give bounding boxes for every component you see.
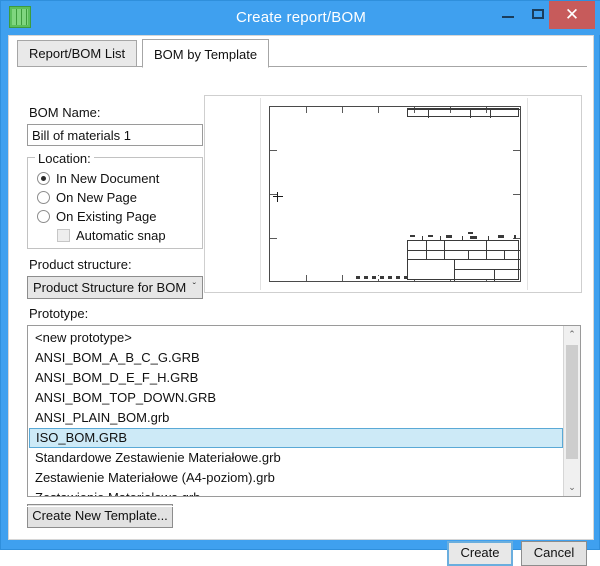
scroll-up-icon[interactable]: ⌃ (564, 326, 580, 343)
dialog-window: Create report/BOM ✕ Report/BOM List BOM … (0, 0, 600, 550)
list-item[interactable]: Zestawienie Materiałowe (A4-poziom).grb (29, 468, 563, 488)
tab-page-bom-by-template: BOM Name: Location: In New Document On N… (17, 67, 587, 499)
prototype-list-scrollbar[interactable]: ⌃ ⌄ (563, 326, 580, 496)
cancel-button[interactable]: Cancel (521, 541, 587, 566)
close-button[interactable]: ✕ (549, 1, 595, 29)
tab-bom-by-template[interactable]: BOM by Template (142, 39, 269, 68)
drawing-sheet (260, 98, 528, 290)
prototype-listbox[interactable]: <new prototype> ANSI_BOM_A_B_C_G.GRB ANS… (27, 325, 581, 497)
list-item[interactable]: Zestawienie Materiałowe.grb (29, 488, 563, 497)
product-structure-dropdown[interactable]: Product Structure for BOM ˇ (27, 276, 203, 299)
list-item[interactable]: ANSI_BOM_TOP_DOWN.GRB (29, 388, 563, 408)
tab-report-bom-list[interactable]: Report/BOM List (17, 40, 137, 67)
radio-label: On New Page (56, 189, 137, 206)
bom-name-label: BOM Name: (29, 105, 101, 120)
list-item[interactable]: ANSI_PLAIN_BOM.grb (29, 408, 563, 428)
chevron-down-icon: ˇ (193, 277, 196, 298)
bom-name-input[interactable] (27, 124, 203, 146)
tab-strip: Report/BOM List BOM by Template (17, 40, 587, 67)
create-new-template-button[interactable]: Create New Template... (27, 504, 173, 528)
minimize-icon (502, 16, 514, 18)
drawing-border-frame (269, 106, 521, 282)
drawing-preview-panel[interactable] (204, 95, 582, 293)
radio-dot-icon (37, 172, 50, 185)
scroll-down-icon[interactable]: ⌄ (564, 479, 580, 496)
maximize-icon (532, 9, 544, 19)
checkbox-icon (57, 229, 70, 242)
prototype-label: Prototype: (29, 306, 88, 321)
dialog-client-area: Report/BOM List BOM by Template BOM Name… (8, 35, 594, 540)
list-item-selected[interactable]: ISO_BOM.GRB (29, 428, 563, 448)
list-item[interactable]: ANSI_BOM_A_B_C_G.GRB (29, 348, 563, 368)
checkbox-label: Automatic snap (76, 227, 166, 244)
product-structure-value: Product Structure for BOM (33, 277, 186, 298)
radio-label: On Existing Page (56, 208, 156, 225)
list-item[interactable]: ANSI_BOM_D_E_F_H.GRB (29, 368, 563, 388)
drawing-title-block (407, 240, 519, 280)
drawing-anchor-marker (273, 192, 283, 202)
close-icon: ✕ (549, 1, 595, 29)
list-item[interactable]: Standardowe Zestawienie Materiałowe.grb (29, 448, 563, 468)
radio-label: In New Document (56, 170, 159, 187)
scrollbar-thumb[interactable] (566, 345, 578, 459)
radio-dot-icon (37, 210, 50, 223)
drawing-revision-block (407, 108, 519, 117)
location-group-label: Location: (35, 151, 94, 166)
list-item[interactable]: <new prototype> (29, 328, 563, 348)
footer-separator (17, 506, 587, 507)
product-structure-label: Product structure: (29, 257, 132, 272)
create-button[interactable]: Create (447, 541, 513, 566)
title-bar: Create report/BOM ✕ (1, 1, 600, 35)
radio-dot-icon (37, 191, 50, 204)
